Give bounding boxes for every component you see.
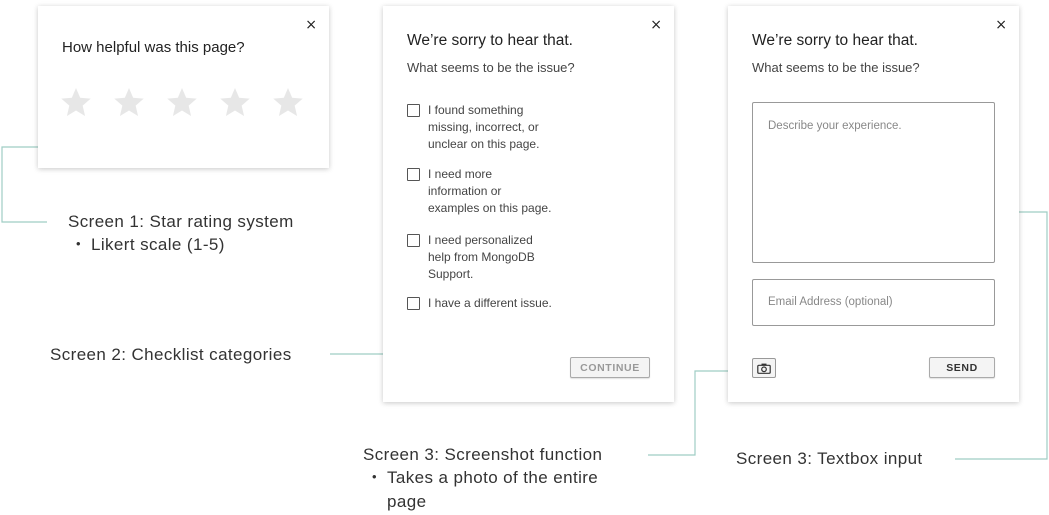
annotation-screen1: Screen 1: Star rating system: [68, 212, 294, 231]
card-title: We’re sorry to hear that.: [407, 32, 573, 49]
screenshot-button[interactable]: [752, 358, 776, 378]
send-button[interactable]: SEND: [929, 357, 995, 378]
card-title: We’re sorry to hear that.: [752, 32, 918, 49]
star-icon[interactable]: [272, 86, 304, 118]
option-label: I found something missing, incorrect, or…: [428, 103, 540, 151]
continue-button[interactable]: CONTINUE: [570, 357, 650, 378]
option-label: I need more information or examples on t…: [428, 167, 552, 215]
checkbox-icon[interactable]: [407, 234, 420, 247]
checklist-card: × We’re sorry to hear that. What seems t…: [383, 6, 674, 402]
checklist-option[interactable]: I need personalized help from MongoDB Su…: [407, 232, 566, 283]
experience-textarea[interactable]: Describe your experience.: [752, 102, 995, 263]
star-icon[interactable]: [166, 86, 198, 118]
annotation-textbox: Screen 3: Textbox input: [736, 449, 923, 468]
textarea-placeholder: Describe your experience.: [768, 120, 902, 132]
checklist-option[interactable]: I need more information or examples on t…: [407, 166, 566, 217]
card-subtitle: What seems to be the issue?: [752, 60, 920, 75]
rating-card: × How helpful was this page?: [38, 6, 329, 168]
camera-icon: [757, 363, 771, 374]
option-label: I have a different issue.: [428, 296, 552, 310]
close-icon[interactable]: ×: [650, 18, 662, 32]
checkbox-icon[interactable]: [407, 104, 420, 117]
close-icon[interactable]: ×: [305, 18, 317, 32]
star-icon[interactable]: [219, 86, 251, 118]
annotation-screenshot: Screen 3: Screenshot function: [363, 445, 603, 464]
checkbox-icon[interactable]: [407, 297, 420, 310]
checklist-option[interactable]: I have a different issue.: [407, 295, 588, 312]
close-icon[interactable]: ×: [995, 18, 1007, 32]
option-label: I need personalized help from MongoDB Su…: [428, 233, 535, 281]
annotation-screen2: Screen 2: Checklist categories: [50, 345, 292, 364]
email-field[interactable]: Email Address (optional): [752, 279, 995, 326]
checkbox-icon[interactable]: [407, 168, 420, 181]
textbox-card: × We’re sorry to hear that. What seems t…: [728, 6, 1019, 402]
star-icon[interactable]: [60, 86, 92, 118]
checklist-option[interactable]: I found something missing, incorrect, or…: [407, 102, 566, 153]
star-rating[interactable]: [60, 86, 304, 118]
email-placeholder: Email Address (optional): [768, 296, 893, 308]
card-subtitle: What seems to be the issue?: [407, 60, 575, 75]
star-icon[interactable]: [113, 86, 145, 118]
rating-question: How helpful was this page?: [62, 39, 245, 56]
